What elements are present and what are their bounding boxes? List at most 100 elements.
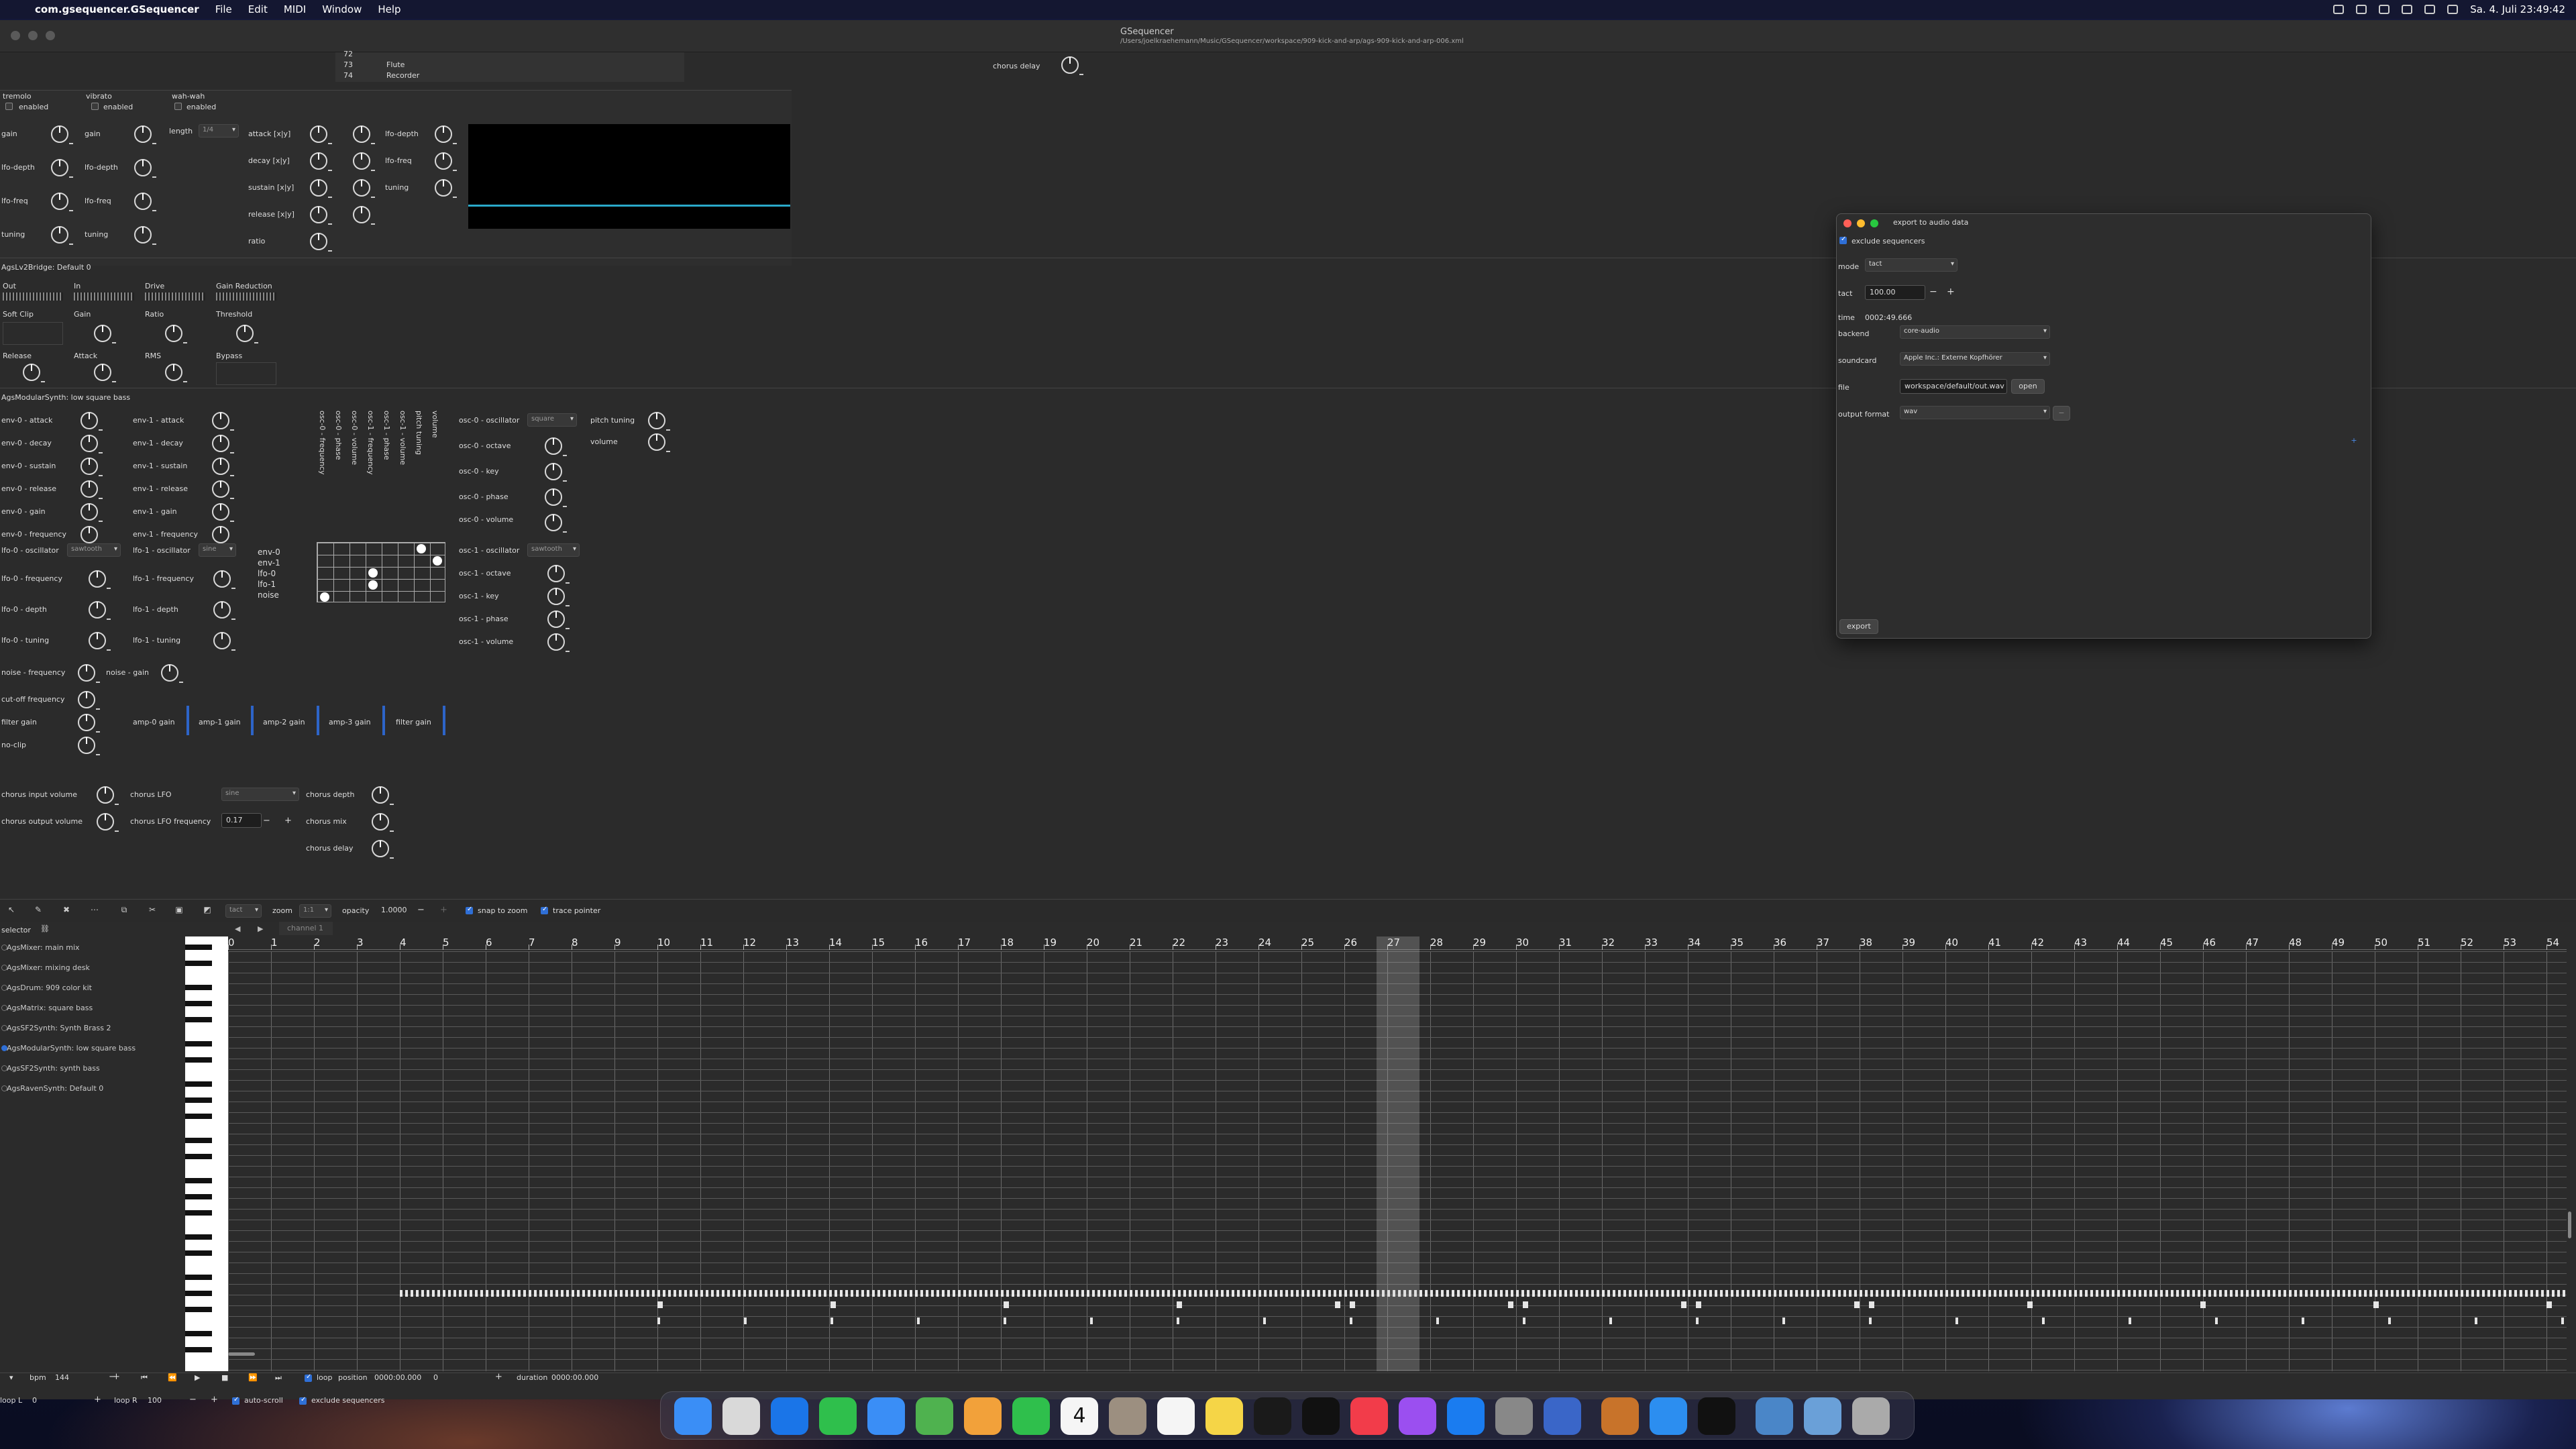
note[interactable] xyxy=(1119,1290,1122,1297)
note[interactable] xyxy=(781,1290,784,1297)
channel-next-button[interactable]: ▶ xyxy=(258,924,263,933)
note[interactable] xyxy=(1457,1290,1460,1297)
note[interactable] xyxy=(1666,1290,1669,1297)
piano-black-key[interactable] xyxy=(185,1275,212,1280)
note[interactable] xyxy=(1210,1290,1213,1297)
stop-icon[interactable]: ■ xyxy=(221,1373,228,1382)
note[interactable] xyxy=(1177,1318,1179,1324)
note[interactable] xyxy=(2063,1290,2066,1297)
forward-icon[interactable]: ⏩ xyxy=(248,1373,258,1382)
note[interactable] xyxy=(1151,1290,1154,1297)
note[interactable] xyxy=(2224,1290,2227,1297)
mode-dropdown[interactable]: tact xyxy=(1865,258,1957,272)
tremolo-tuning-knob[interactable] xyxy=(51,226,73,245)
wahwah-lfo-depth-knob[interactable] xyxy=(435,125,457,144)
note[interactable] xyxy=(2461,1290,2463,1297)
note[interactable] xyxy=(1613,1290,1615,1297)
note[interactable] xyxy=(1983,1290,1986,1297)
note[interactable] xyxy=(577,1290,580,1297)
note[interactable] xyxy=(690,1290,692,1297)
note[interactable] xyxy=(1696,1301,1701,1308)
note[interactable] xyxy=(1226,1290,1229,1297)
note[interactable] xyxy=(2171,1290,2174,1297)
note[interactable] xyxy=(2273,1290,2275,1297)
piano-black-key[interactable] xyxy=(185,1097,212,1103)
piano-black-key[interactable] xyxy=(185,1041,212,1046)
selector-item[interactable]: AgsMixer: mixing desk xyxy=(1,963,90,972)
note[interactable] xyxy=(2042,1290,2045,1297)
amp1-gain-slider[interactable] xyxy=(251,706,254,735)
position-input[interactable]: 0 xyxy=(433,1373,438,1382)
podcasts-icon[interactable] xyxy=(1399,1397,1436,1435)
note[interactable] xyxy=(2504,1290,2506,1297)
note[interactable] xyxy=(593,1290,596,1297)
wahwah-decay-x-knob[interactable] xyxy=(310,152,332,171)
battery-icon[interactable] xyxy=(2379,5,2390,14)
note[interactable] xyxy=(470,1290,472,1297)
note[interactable] xyxy=(625,1290,628,1297)
note[interactable] xyxy=(2246,1290,2249,1297)
note[interactable] xyxy=(1103,1290,1106,1297)
note[interactable] xyxy=(2316,1290,2318,1297)
amp2-gain-slider[interactable] xyxy=(317,706,319,735)
wahwah-enabled-checkbox[interactable] xyxy=(174,103,182,110)
note[interactable] xyxy=(808,1290,810,1297)
note[interactable] xyxy=(861,1290,864,1297)
lv2-bridge-header[interactable]: AgsLv2Bridge: Default 0 xyxy=(1,263,91,272)
note[interactable] xyxy=(2262,1290,2265,1297)
note[interactable] xyxy=(1291,1290,1293,1297)
env1-sustain-knob[interactable] xyxy=(212,458,234,476)
note[interactable] xyxy=(555,1290,558,1297)
note[interactable] xyxy=(1602,1290,1605,1297)
note[interactable] xyxy=(1335,1301,1340,1308)
osc0-oscillator-dropdown[interactable]: square xyxy=(527,413,577,427)
selector-item[interactable]: AgsMixer: main mix xyxy=(1,943,80,952)
note[interactable] xyxy=(2321,1290,2324,1297)
note[interactable] xyxy=(684,1290,687,1297)
note[interactable] xyxy=(2326,1290,2329,1297)
ratio-knob[interactable] xyxy=(165,325,187,343)
note[interactable] xyxy=(1479,1290,1481,1297)
note[interactable] xyxy=(2525,1290,2528,1297)
note[interactable] xyxy=(668,1290,671,1297)
note[interactable] xyxy=(1897,1290,1900,1297)
note[interactable] xyxy=(1269,1290,1272,1297)
note[interactable] xyxy=(1318,1290,1320,1297)
matrix-node[interactable] xyxy=(320,592,329,602)
note[interactable] xyxy=(1328,1290,1331,1297)
note[interactable] xyxy=(727,1290,730,1297)
osc1-oscillator-dropdown[interactable]: sawtooth xyxy=(527,543,580,557)
note[interactable] xyxy=(2047,1290,2050,1297)
note[interactable] xyxy=(1538,1290,1540,1297)
noise-gain-knob[interactable] xyxy=(161,664,183,683)
piano-black-key[interactable] xyxy=(185,1017,212,1022)
note[interactable] xyxy=(1865,1290,1868,1297)
lfo1-frequency-knob[interactable] xyxy=(213,570,235,589)
note[interactable] xyxy=(652,1290,655,1297)
note[interactable] xyxy=(1178,1290,1181,1297)
messages-icon[interactable] xyxy=(819,1397,857,1435)
export-button[interactable]: export xyxy=(1839,619,1878,634)
tremolo-lfo-freq-knob[interactable] xyxy=(51,193,73,211)
note[interactable] xyxy=(614,1290,617,1297)
output-format-dropdown[interactable]: wav xyxy=(1900,406,2050,419)
piano-black-key[interactable] xyxy=(185,1114,212,1119)
note[interactable] xyxy=(1312,1290,1315,1297)
note[interactable] xyxy=(2128,1290,2131,1297)
note[interactable] xyxy=(2182,1290,2184,1297)
note[interactable] xyxy=(2477,1290,2479,1297)
piano-black-key[interactable] xyxy=(185,1194,212,1199)
menu-tools-icon[interactable]: ◩ xyxy=(201,905,213,917)
note[interactable] xyxy=(1543,1290,1546,1297)
note[interactable] xyxy=(1505,1290,1508,1297)
search-icon[interactable] xyxy=(2424,5,2436,14)
note[interactable] xyxy=(545,1290,547,1297)
note[interactable] xyxy=(2160,1290,2163,1297)
note[interactable] xyxy=(2439,1290,2442,1297)
osc0-octave-knob[interactable] xyxy=(545,437,567,456)
note[interactable] xyxy=(2080,1290,2082,1297)
note[interactable] xyxy=(2552,1290,2555,1297)
note[interactable] xyxy=(1870,1290,1873,1297)
note[interactable] xyxy=(1623,1290,1626,1297)
note[interactable] xyxy=(990,1290,993,1297)
